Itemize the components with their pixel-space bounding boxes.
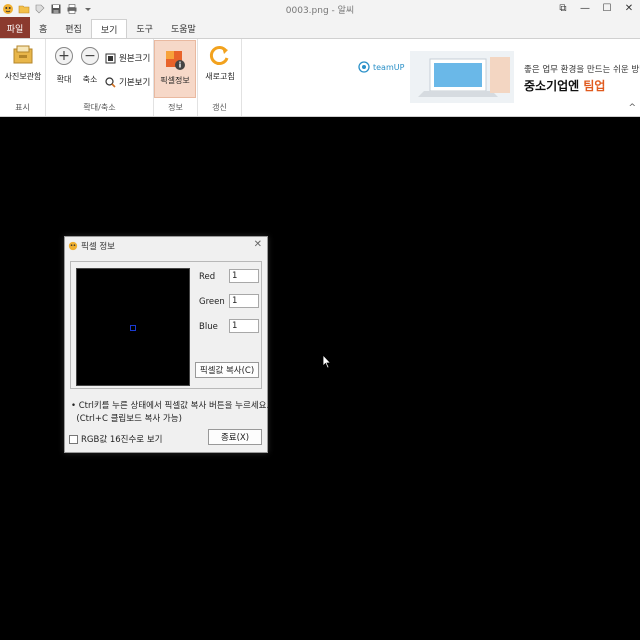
app-window: 0003.png - 알씨 ⧉ — ☐ ✕ 파일 홈 편집 보기 도구 도움말 … <box>0 0 640 640</box>
original-size-label: 원본크기 <box>119 54 151 64</box>
dialog-app-icon <box>68 241 78 251</box>
title-bar: 0003.png - 알씨 ⧉ — ☐ ✕ <box>0 0 640 17</box>
group-label-show: 표시 <box>15 103 30 112</box>
dialog-exit-button[interactable]: 종료(X) <box>208 429 262 445</box>
photo-storage-label: 사진보관함 <box>4 72 42 81</box>
zoom-in-label: 확대 <box>56 75 72 84</box>
red-label: Red <box>199 272 216 282</box>
print-icon[interactable] <box>66 3 78 15</box>
pixel-info-icon <box>166 51 185 70</box>
dialog-close-icon[interactable]: ✕ <box>254 239 262 250</box>
hex-view-checkbox[interactable] <box>69 434 78 444</box>
ad-headline-highlight: 팀업 <box>583 79 606 93</box>
hex-view-label: RGB값 16진수로 보기 <box>81 435 163 445</box>
group-label-zoom: 확대/축소 <box>83 103 116 112</box>
minus-icon: − <box>81 47 99 65</box>
group-label-refresh: 갱신 <box>212 103 227 112</box>
magnifier-icon <box>105 76 116 88</box>
default-view-label: 기본보기 <box>119 78 151 88</box>
default-view-button[interactable]: 기본보기 <box>105 76 150 88</box>
refresh-label: 새로고침 <box>205 72 235 81</box>
plus-icon: + <box>55 47 73 65</box>
original-size-icon <box>105 53 116 63</box>
ad-headline-prefix: 중소기업엔 <box>524 79 584 93</box>
collapse-ribbon-icon[interactable]: ^ <box>628 103 636 113</box>
photo-storage-button[interactable]: 사진보관함 <box>3 43 43 82</box>
tag-icon[interactable] <box>34 3 46 15</box>
ad-laptop-illustration <box>410 51 514 103</box>
ribbon: 사진보관함 표시 + 확대 − 축소 원본크기 기본보기 확대/축소 정보 픽셀… <box>0 38 640 117</box>
green-label: Green <box>199 297 225 307</box>
instructions: • Ctrl키를 누른 상태에서 픽셀값 복사 버튼을 누르세요. (Ctrl+… <box>71 400 269 426</box>
photo-storage-icon <box>13 45 33 64</box>
dialog-title: 픽셀 정보 <box>81 242 115 252</box>
quick-access-toolbar <box>0 3 94 15</box>
menu-bar: 파일 홈 편집 보기 도구 도움말 <box>0 17 640 39</box>
tab-tools[interactable]: 도구 <box>127 17 162 39</box>
open-folder-icon[interactable] <box>18 3 30 15</box>
pixel-info-label: 픽셀정보 <box>160 76 190 85</box>
tab-view[interactable]: 보기 <box>90 19 128 39</box>
ad-tagline: 좋은 업무 환경을 만드는 쉬운 방법 <box>524 65 640 75</box>
tab-help[interactable]: 도움말 <box>162 17 205 39</box>
hex-view-option[interactable]: RGB값 16진수로 보기 <box>69 433 162 445</box>
pixel-info-button[interactable]: 픽셀정보 <box>154 40 196 98</box>
group-refresh: 새로고침 갱신 <box>198 39 242 116</box>
instruction-line-1: • Ctrl키를 누른 상태에서 픽셀값 복사 버튼을 누르세요. <box>71 401 270 411</box>
group-zoom: + 확대 − 축소 원본크기 기본보기 확대/축소 <box>46 39 154 116</box>
zoom-out-button[interactable]: − 축소 <box>79 47 101 85</box>
dialog-title-bar[interactable]: 픽셀 정보 <box>65 237 267 255</box>
ad-banner[interactable]: teamUP 좋은 업무 환경을 만드는 쉬운 방법 중소기업엔 팀업 <box>348 39 640 116</box>
refresh-button[interactable]: 새로고침 <box>201 43 239 82</box>
copy-pixel-value-button[interactable]: 픽셀값 복사(C) <box>195 362 259 378</box>
app-logo-icon[interactable] <box>2 3 14 15</box>
zoom-in-button[interactable]: + 확대 <box>53 47 75 85</box>
pixel-info-panel: Red 1 Green 1 Blue 1 픽셀값 복사(C) <box>70 261 262 389</box>
close-button[interactable]: ✕ <box>618 0 640 17</box>
pixel-preview <box>76 268 190 386</box>
original-size-button[interactable]: 원본크기 <box>105 52 150 64</box>
tab-edit[interactable]: 편집 <box>56 17 91 39</box>
restore-button[interactable]: ⧉ <box>552 0 574 17</box>
group-show: 사진보관함 표시 <box>0 39 46 116</box>
maximize-button[interactable]: ☐ <box>596 0 618 17</box>
mouse-cursor-icon <box>322 354 332 369</box>
instruction-line-2: (Ctrl+C 클립보드 복사 가능) <box>71 414 182 424</box>
window-controls: ⧉ — ☐ ✕ <box>552 0 640 17</box>
blue-label: Blue <box>199 322 218 332</box>
teamup-logo-icon <box>358 61 370 73</box>
refresh-icon <box>209 46 229 65</box>
save-icon[interactable] <box>50 3 62 15</box>
ad-headline: 중소기업엔 팀업 <box>524 77 605 94</box>
zoom-out-label: 축소 <box>82 75 98 84</box>
window-title: 0003.png - 알씨 <box>285 6 355 16</box>
pixel-marker <box>130 325 136 331</box>
customize-dropdown-icon[interactable] <box>82 3 94 15</box>
pixel-info-dialog: 픽셀 정보 ✕ Red 1 Green 1 Blue 1 픽셀값 복사(C) •… <box>64 236 269 453</box>
tab-home[interactable]: 홈 <box>30 17 56 39</box>
minimize-button[interactable]: — <box>574 0 596 17</box>
teamup-logo: teamUP <box>358 61 404 73</box>
teamup-logo-text: teamUP <box>373 62 405 72</box>
group-label-info: 정보 <box>168 103 183 112</box>
green-value-field[interactable]: 1 <box>229 294 259 308</box>
tab-file[interactable]: 파일 <box>0 17 30 39</box>
red-value-field[interactable]: 1 <box>229 269 259 283</box>
blue-value-field[interactable]: 1 <box>229 319 259 333</box>
